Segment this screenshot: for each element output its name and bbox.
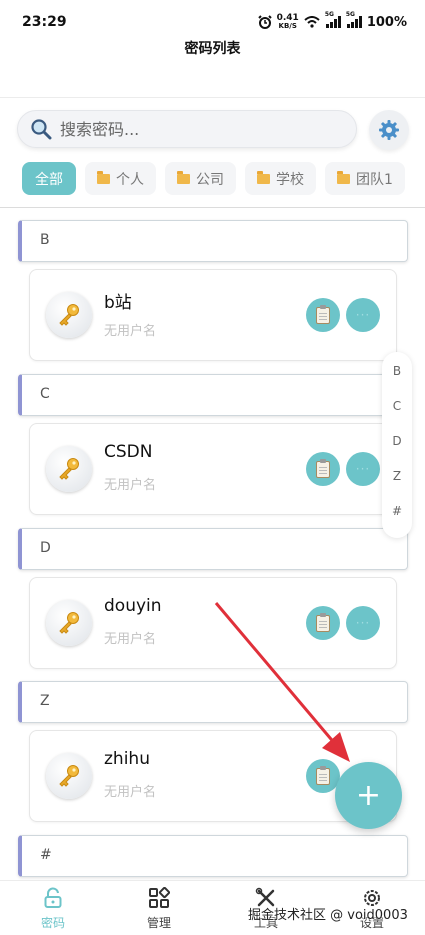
nav-manage[interactable]: 管理 xyxy=(129,886,189,931)
nav-passwords[interactable]: 密码 xyxy=(23,887,83,931)
watermark: 掘金技术社区 @ void0003 xyxy=(248,908,408,923)
annotation-arrow xyxy=(214,602,350,762)
grid-icon xyxy=(149,886,171,908)
lock-icon xyxy=(44,887,62,908)
